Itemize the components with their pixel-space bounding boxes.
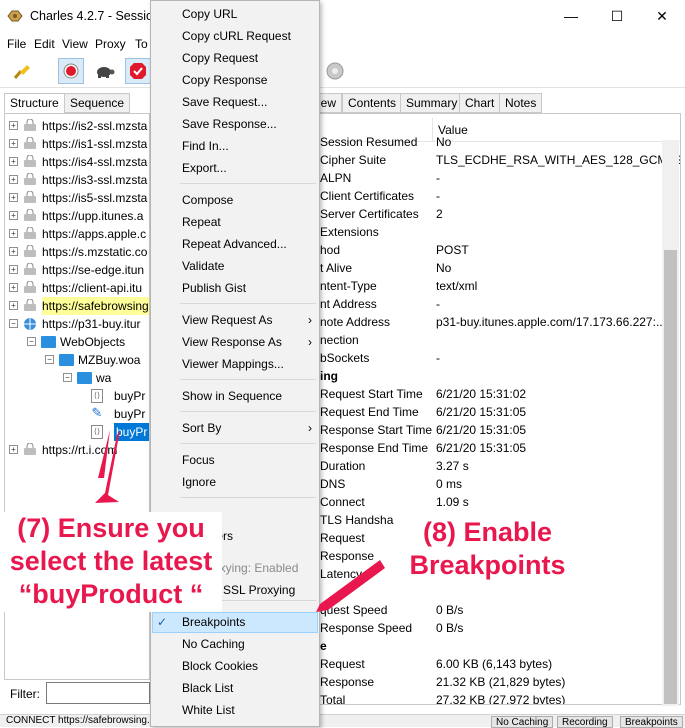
annotation-arrows [95, 430, 385, 612]
annotation-right-text: (8) Enable Breakpoints [409, 517, 566, 580]
annotation-right: (8) Enable Breakpoints [395, 516, 580, 588]
annotation-left: (7) Ensure you select the latest “buyPro… [0, 512, 222, 612]
arrow-to-breakpoints [316, 560, 385, 612]
annotation-left-text: (7) Ensure you select the latest “buyPro… [9, 513, 213, 609]
arrow-shaft-left [98, 430, 110, 478]
